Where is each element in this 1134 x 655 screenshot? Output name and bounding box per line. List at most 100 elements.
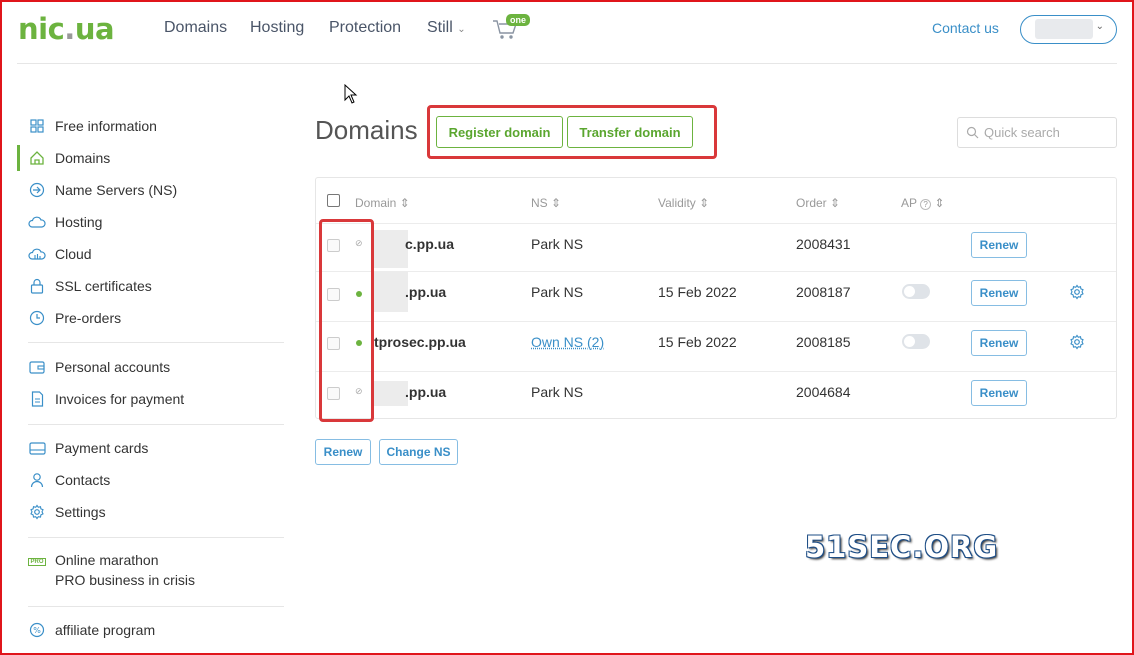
order-number: 2008431 xyxy=(796,236,851,252)
person-icon xyxy=(28,471,46,489)
sort-icon: ⇕ xyxy=(399,196,410,210)
row-divider xyxy=(316,321,1116,322)
sidebar-item-invoices[interactable]: Invoices for payment xyxy=(28,387,184,411)
sidebar-label: Personal accounts xyxy=(55,359,171,375)
clock-icon xyxy=(28,309,46,327)
auto-prolong-toggle[interactable] xyxy=(902,334,930,349)
header-divider xyxy=(17,63,1117,64)
sidebar-label: Settings xyxy=(55,504,106,520)
renew-button[interactable]: Renew xyxy=(971,330,1027,356)
cloud-icon xyxy=(28,213,46,231)
own-ns-link[interactable]: Own NS (2) xyxy=(531,334,604,350)
sidebar-item-personal-accounts[interactable]: Personal accounts xyxy=(28,355,170,379)
gear-icon xyxy=(28,503,46,521)
logo-tld-text: ua xyxy=(74,12,115,46)
sidebar-item-hosting[interactable]: Hosting xyxy=(28,210,102,234)
nav-still[interactable]: Still ⌄ xyxy=(427,19,466,37)
user-name-redacted xyxy=(1035,19,1093,39)
grid-icon xyxy=(28,117,46,135)
sidebar-label: Hosting xyxy=(55,214,103,230)
column-order[interactable]: Order ⇕ xyxy=(796,196,840,210)
sidebar-label: Cloud xyxy=(55,246,92,262)
sidebar-item-domains[interactable]: Domains xyxy=(28,146,110,170)
sort-icon: ⇕ xyxy=(551,196,562,210)
domain-name[interactable]: .pp.ua xyxy=(405,284,446,300)
nav-hosting[interactable]: Hosting xyxy=(250,19,304,37)
sidebar-item-cloud[interactable]: Cloud xyxy=(28,242,92,266)
sidebar-item-payment-cards[interactable]: Payment cards xyxy=(28,436,148,460)
sidebar-item-pre-orders[interactable]: Pre-orders xyxy=(28,306,121,330)
column-validity[interactable]: Validity ⇕ xyxy=(658,196,709,210)
order-number: 2004684 xyxy=(796,384,851,400)
quick-search-input[interactable]: Quick search xyxy=(957,117,1117,148)
svg-text:%: % xyxy=(33,626,41,635)
sidebar-divider xyxy=(28,606,284,607)
home-icon xyxy=(28,149,46,167)
logo-main-text: nic xyxy=(18,12,65,46)
column-domain[interactable]: Domain ⇕ xyxy=(355,196,410,210)
nic-ua-logo[interactable]: nic.ua xyxy=(18,12,115,46)
user-menu-button[interactable]: ⌄ xyxy=(1020,15,1117,44)
sidebar-active-indicator xyxy=(17,145,20,171)
sidebar-label: Pre-orders xyxy=(55,310,122,326)
select-all-checkbox[interactable] xyxy=(327,194,340,207)
marathon-line2: PRO business in crisis xyxy=(55,572,196,588)
gear-icon[interactable] xyxy=(1069,284,1085,300)
percent-icon: % xyxy=(28,621,46,639)
sidebar-divider xyxy=(28,342,284,343)
contact-us-link[interactable]: Contact us xyxy=(932,20,999,36)
register-domain-button[interactable]: Register domain xyxy=(436,116,563,148)
column-ns[interactable]: NS ⇕ xyxy=(531,196,561,210)
sidebar-label: Domains xyxy=(55,150,111,166)
bulk-renew-button[interactable]: Renew xyxy=(315,439,371,465)
sidebar-item-affiliate[interactable]: % affiliate program xyxy=(28,618,155,642)
order-number: 2008185 xyxy=(796,334,851,350)
row-divider xyxy=(316,271,1116,272)
transfer-domain-button[interactable]: Transfer domain xyxy=(567,116,693,148)
domain-name[interactable]: c.pp.ua xyxy=(405,236,454,252)
domain-name[interactable]: .pp.ua xyxy=(405,384,446,400)
sidebar-item-settings[interactable]: Settings xyxy=(28,500,106,524)
wallet-icon xyxy=(28,358,46,376)
cart-badge: one xyxy=(506,14,531,26)
highlight-box-checkboxes xyxy=(319,219,374,422)
sidebar-item-ssl[interactable]: SSL certificates xyxy=(28,274,152,298)
nav-domains[interactable]: Domains xyxy=(164,19,227,37)
chevron-down-icon: ⌄ xyxy=(1095,21,1104,32)
sidebar-divider xyxy=(28,537,284,538)
sidebar-label: affiliate program xyxy=(55,622,156,638)
bulk-change-ns-button[interactable]: Change NS xyxy=(379,439,458,465)
order-number: 2008187 xyxy=(796,284,851,300)
sort-icon: ⇕ xyxy=(830,196,841,210)
renew-button[interactable]: Renew xyxy=(971,232,1027,258)
sidebar-divider xyxy=(28,424,284,425)
sidebar-item-free-information[interactable]: Free information xyxy=(28,114,157,138)
sidebar-label: Contacts xyxy=(55,472,111,488)
column-ap[interactable]: AP ? ⇕ xyxy=(901,196,945,210)
logo-dot: . xyxy=(64,12,75,46)
document-icon xyxy=(28,390,46,408)
ns-value: Park NS xyxy=(531,384,584,400)
domain-name[interactable]: tprosec.pp.ua xyxy=(374,334,466,350)
auto-prolong-toggle[interactable] xyxy=(902,284,930,299)
validity-date: 15 Feb 2022 xyxy=(658,334,737,350)
page-title: Domains xyxy=(315,115,418,145)
domains-table: Domain ⇕ NS ⇕ Validity ⇕ Order ⇕ AP ? ⇕ … xyxy=(315,177,1117,419)
row-divider xyxy=(316,371,1116,372)
sidebar-item-online-marathon[interactable]: PRO Online marathon PRO business in crisi… xyxy=(28,550,195,594)
ns-value: Park NS xyxy=(531,236,584,252)
gear-icon[interactable] xyxy=(1069,334,1085,350)
renew-button[interactable]: Renew xyxy=(971,280,1027,306)
mouse-cursor-icon xyxy=(344,84,358,104)
sidebar-label: Invoices for payment xyxy=(55,391,185,407)
renew-button[interactable]: Renew xyxy=(971,380,1027,406)
sidebar-item-contacts[interactable]: Contacts xyxy=(28,468,110,492)
arrow-circle-icon xyxy=(28,181,46,199)
lock-icon xyxy=(28,277,46,295)
sidebar-label: SSL certificates xyxy=(55,278,152,294)
redacted-block xyxy=(372,272,408,312)
row-divider xyxy=(316,223,1116,224)
nav-protection[interactable]: Protection xyxy=(329,19,401,37)
sidebar-item-name-servers[interactable]: Name Servers (NS) xyxy=(28,178,177,202)
sidebar-label: Free information xyxy=(55,118,157,134)
